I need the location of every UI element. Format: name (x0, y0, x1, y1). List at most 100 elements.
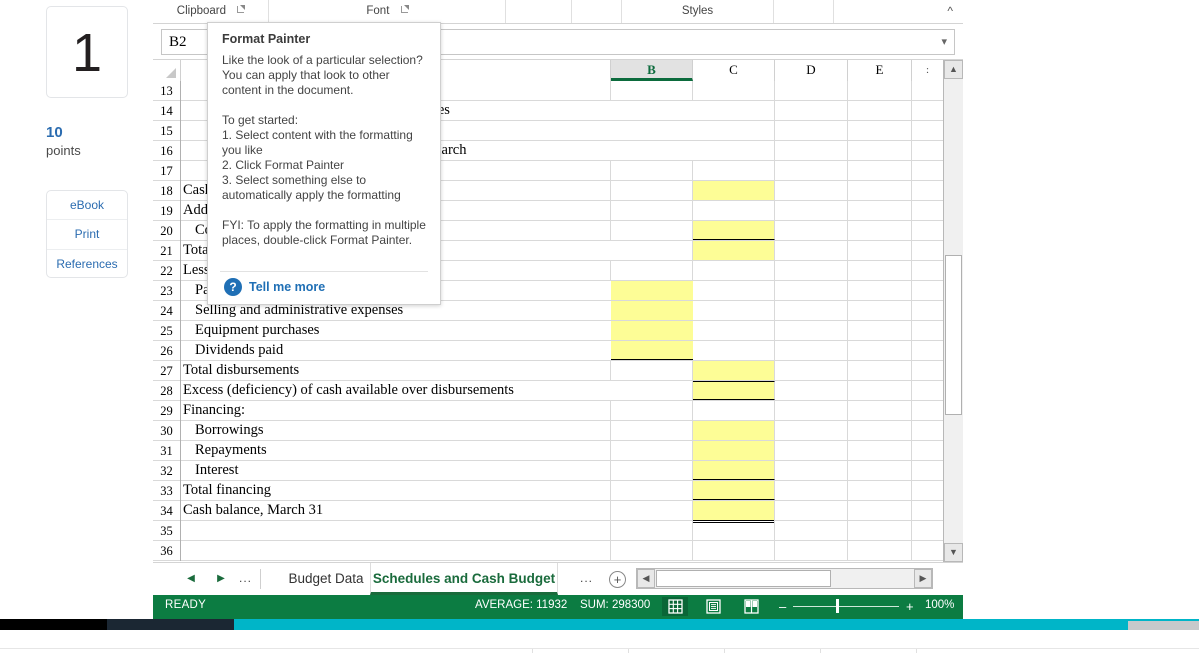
cell-f28[interactable] (912, 381, 943, 400)
row-header[interactable]: 17 (153, 161, 180, 181)
normal-view-icon[interactable] (662, 597, 688, 616)
cell-b26[interactable] (611, 341, 693, 360)
cell-b34[interactable] (611, 501, 693, 520)
cell-b19[interactable] (611, 201, 693, 220)
row-header[interactable]: 13 (153, 81, 180, 101)
cell-e22[interactable] (848, 261, 912, 280)
cell-b21[interactable] (611, 241, 693, 260)
cell-a29[interactable]: Financing: (181, 401, 611, 420)
cell-f36[interactable] (912, 541, 943, 560)
cell-e35[interactable] (848, 521, 912, 540)
cell-e33[interactable] (848, 481, 912, 500)
cell-d13[interactable] (775, 81, 848, 100)
row-header[interactable]: 15 (153, 121, 180, 141)
cell-e21[interactable] (848, 241, 912, 260)
cell-b23[interactable] (611, 281, 693, 300)
cell-f32[interactable] (912, 461, 943, 480)
cell-d34[interactable] (775, 501, 848, 520)
cell-b15[interactable] (611, 121, 693, 140)
cell-d31[interactable] (775, 441, 848, 460)
row-header[interactable]: 30 (153, 421, 180, 441)
column-header-f-partial[interactable]: : (912, 60, 943, 81)
cell-b31[interactable] (611, 441, 693, 460)
cell-b30[interactable] (611, 421, 693, 440)
cell-b28[interactable] (611, 381, 693, 400)
zoom-level[interactable]: 100% (925, 599, 954, 611)
cell-d23[interactable] (775, 281, 848, 300)
ribbon-group-number[interactable] (572, 0, 622, 23)
sheet-tab-budget-data[interactable]: Budget Data (266, 563, 386, 595)
cell-a35[interactable] (181, 521, 611, 540)
cell-f31[interactable] (912, 441, 943, 460)
cell-b17[interactable] (611, 161, 693, 180)
cell-d16[interactable] (775, 141, 848, 160)
cell-a36[interactable] (181, 541, 611, 560)
cell-b18[interactable] (611, 181, 693, 200)
row-header[interactable]: 23 (153, 281, 180, 301)
print-link[interactable]: Print (47, 220, 127, 250)
cell-f19[interactable] (912, 201, 943, 220)
row-header[interactable]: 22 (153, 261, 180, 281)
row-header[interactable]: 33 (153, 481, 180, 501)
cell-e36[interactable] (848, 541, 912, 560)
cell-b24[interactable] (611, 301, 693, 320)
zoom-slider-thumb[interactable] (836, 599, 839, 613)
cell-f29[interactable] (912, 401, 943, 420)
cell-e25[interactable] (848, 321, 912, 340)
cell-f15[interactable] (912, 121, 943, 140)
row-header[interactable]: 29 (153, 401, 180, 421)
cell-c27[interactable] (693, 361, 775, 380)
cell-c14[interactable] (693, 101, 775, 120)
cell-c15[interactable] (693, 121, 775, 140)
cell-c34[interactable] (693, 501, 775, 523)
cell-d36[interactable] (775, 541, 848, 560)
cell-e15[interactable] (848, 121, 912, 140)
row-header[interactable]: 25 (153, 321, 180, 341)
ribbon-group-clipboard[interactable]: Clipboard (153, 0, 269, 23)
cell-d21[interactable] (775, 241, 848, 260)
ribbon-group-styles[interactable]: Styles (622, 0, 774, 23)
cell-b36[interactable] (611, 541, 693, 560)
cell-c19[interactable] (693, 201, 775, 220)
cell-e14[interactable] (848, 101, 912, 120)
cell-e20[interactable] (848, 221, 912, 240)
ribbon-group-cells[interactable] (774, 0, 834, 23)
cell-c28[interactable] (693, 381, 775, 400)
font-dialog-launcher-icon[interactable] (400, 5, 409, 13)
right-tab-overflow[interactable]: ... (580, 571, 593, 585)
cell-e13[interactable] (848, 81, 912, 100)
cell-d26[interactable] (775, 341, 848, 360)
cell-b16[interactable] (611, 141, 693, 160)
zoom-out-button[interactable]: – (779, 599, 786, 614)
cell-d17[interactable] (775, 161, 848, 180)
cell-d33[interactable] (775, 481, 848, 500)
row-header[interactable]: 35 (153, 521, 180, 541)
cell-c32[interactable] (693, 461, 775, 480)
references-link[interactable]: References (47, 250, 127, 277)
scroll-left-icon[interactable]: ◀ (637, 569, 655, 588)
cell-b32[interactable] (611, 461, 693, 480)
cell-a25[interactable]: Equipment purchases (181, 321, 611, 340)
row-header[interactable]: 14 (153, 101, 180, 121)
cell-c23[interactable] (693, 281, 775, 300)
cell-f22[interactable] (912, 261, 943, 280)
row-header[interactable]: 16 (153, 141, 180, 161)
cell-c33[interactable] (693, 481, 775, 500)
cell-b29[interactable] (611, 401, 693, 420)
cell-e23[interactable] (848, 281, 912, 300)
page-layout-icon[interactable] (700, 597, 726, 616)
scroll-up-icon[interactable]: ▲ (944, 60, 963, 79)
cell-f26[interactable] (912, 341, 943, 360)
cell-a32[interactable]: Interest (181, 461, 611, 480)
cell-c22[interactable] (693, 261, 775, 280)
ebook-link[interactable]: eBook (47, 191, 127, 221)
cell-d25[interactable] (775, 321, 848, 340)
cell-c26[interactable] (693, 341, 775, 360)
cell-c29[interactable] (693, 401, 775, 420)
cell-c17[interactable] (693, 161, 775, 180)
cell-a27[interactable]: Total disbursements (181, 361, 611, 380)
cell-c25[interactable] (693, 321, 775, 340)
cell-f18[interactable] (912, 181, 943, 200)
cell-e31[interactable] (848, 441, 912, 460)
cell-d35[interactable] (775, 521, 848, 540)
